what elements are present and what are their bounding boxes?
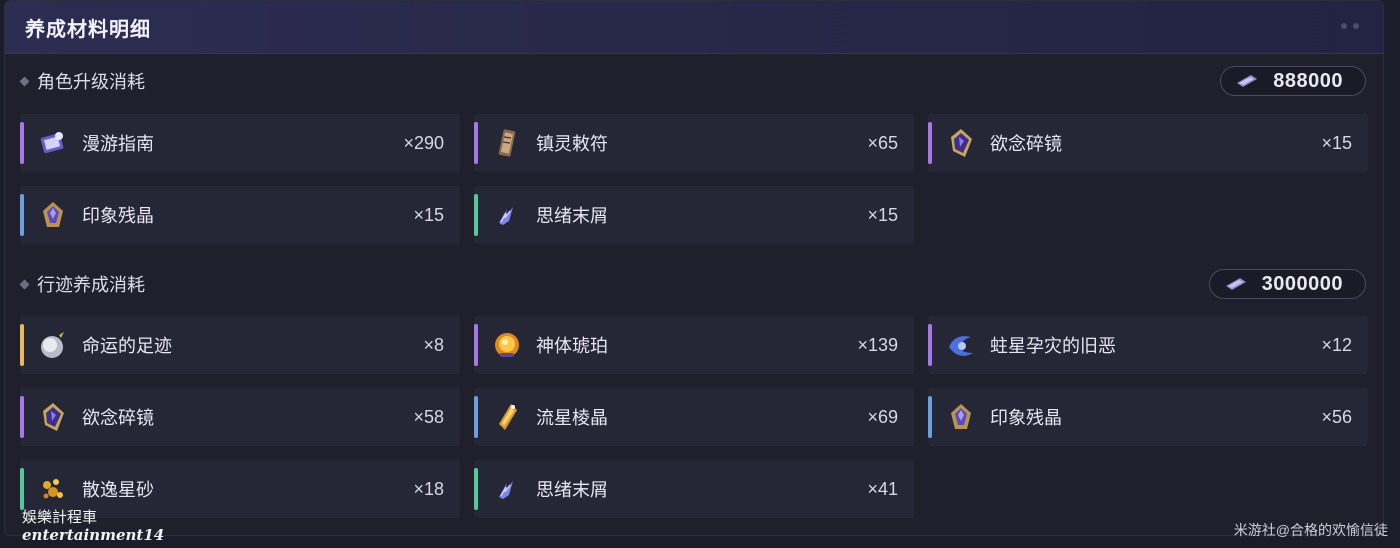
watermark-right: 米游社@合格的欢愉信徒	[1233, 522, 1388, 538]
credit-icon	[1235, 73, 1259, 89]
material-card[interactable]: 命运的足迹 ×8	[20, 316, 460, 374]
shattered-mirror-icon	[36, 400, 70, 434]
credit-amount: 888000	[1273, 69, 1343, 92]
material-quantity: ×69	[867, 406, 898, 427]
material-name: 欲念碎镜	[82, 408, 154, 428]
guide-book-icon	[36, 126, 70, 160]
crystal-shard-icon	[944, 400, 978, 434]
material-quantity: ×8	[423, 334, 444, 355]
meteor-prism-icon	[490, 400, 524, 434]
credit-cost-badge: 888000	[1220, 66, 1366, 96]
cosmic-evil-icon	[944, 328, 978, 362]
material-card[interactable]: 蛀星孕灾的旧恶 ×12	[928, 316, 1368, 374]
footprint-orb-icon	[36, 328, 70, 362]
watermark-line-1: 娛樂計程車	[22, 508, 98, 526]
section-header-character-level: 角色升级消耗 888000	[16, 66, 1366, 96]
material-card[interactable]: 欲念碎镜 ×15	[928, 114, 1368, 172]
watermark-line-2: entertainment14	[22, 526, 165, 544]
header-decoration	[1341, 23, 1359, 29]
material-name: 思绪末屑	[536, 480, 608, 500]
material-card[interactable]: 镇灵敕符 ×65	[474, 114, 914, 172]
crystal-shard-icon	[36, 198, 70, 232]
material-card[interactable]: 印象残晶 ×56	[928, 388, 1368, 446]
credit-cost-badge: 3000000	[1208, 269, 1366, 299]
panel-header: 养成材料明细	[5, 1, 1383, 54]
material-name: 散逸星砂	[82, 480, 154, 500]
material-card[interactable]: 欲念碎镜 ×58	[20, 388, 460, 446]
material-card[interactable]: 漫游指南 ×290	[20, 114, 460, 172]
rarity-bar	[928, 396, 932, 438]
material-name: 镇灵敕符	[536, 134, 608, 154]
material-quantity: ×139	[857, 334, 898, 355]
rarity-bar	[474, 468, 478, 510]
credit-icon	[1224, 276, 1248, 292]
material-quantity: ×65	[867, 132, 898, 153]
material-name: 命运的足迹	[82, 336, 172, 356]
material-card[interactable]: 印象残晶 ×15	[20, 186, 460, 244]
material-quantity: ×18	[413, 478, 444, 499]
thought-fragment-icon	[490, 198, 524, 232]
material-quantity: ×41	[867, 478, 898, 499]
material-name: 印象残晶	[82, 206, 154, 226]
rarity-bar	[20, 122, 24, 164]
material-quantity: ×58	[413, 406, 444, 427]
rarity-bar	[928, 324, 932, 366]
material-quantity: ×15	[1321, 132, 1352, 153]
rarity-bar	[20, 396, 24, 438]
material-card[interactable]: 神体琥珀 ×139	[474, 316, 914, 374]
diamond-icon	[19, 76, 30, 86]
material-quantity: ×15	[867, 204, 898, 225]
material-name: 漫游指南	[82, 134, 154, 154]
material-quantity: ×56	[1321, 406, 1352, 427]
section-title: 行迹养成消耗	[37, 275, 145, 295]
credit-amount: 3000000	[1261, 272, 1343, 295]
material-quantity: ×15	[413, 204, 444, 225]
material-name: 神体琥珀	[536, 336, 608, 356]
thought-fragment-icon	[490, 472, 524, 506]
amber-icon	[490, 328, 524, 362]
material-name: 蛀星孕灾的旧恶	[990, 336, 1116, 356]
rarity-bar	[20, 324, 24, 366]
rarity-bar	[474, 122, 478, 164]
material-name: 思绪末屑	[536, 206, 608, 226]
section-header-trace-level: 行迹养成消耗 3000000	[16, 269, 1366, 299]
material-quantity: ×290	[403, 132, 444, 153]
material-name: 欲念碎镜	[990, 134, 1062, 154]
material-name: 流星棱晶	[536, 408, 608, 428]
material-card[interactable]: 思绪末屑 ×41	[474, 460, 914, 518]
diamond-icon	[19, 279, 30, 289]
material-card[interactable]: 思绪末屑 ×15	[474, 186, 914, 244]
rarity-bar	[20, 468, 24, 510]
shattered-mirror-icon	[944, 126, 978, 160]
rarity-bar	[474, 396, 478, 438]
watermark-left: 娛樂計程車 entertainment14	[22, 508, 164, 544]
rarity-bar	[928, 122, 932, 164]
material-name: 印象残晶	[990, 408, 1062, 428]
rarity-bar	[474, 194, 478, 236]
star-sand-icon	[36, 472, 70, 506]
section-title: 角色升级消耗	[37, 72, 145, 92]
rarity-bar	[20, 194, 24, 236]
rarity-bar	[474, 324, 478, 366]
panel-title: 养成材料明细	[25, 18, 151, 41]
talisman-icon	[490, 126, 524, 160]
material-card[interactable]: 流星棱晶 ×69	[474, 388, 914, 446]
material-quantity: ×12	[1321, 334, 1352, 355]
